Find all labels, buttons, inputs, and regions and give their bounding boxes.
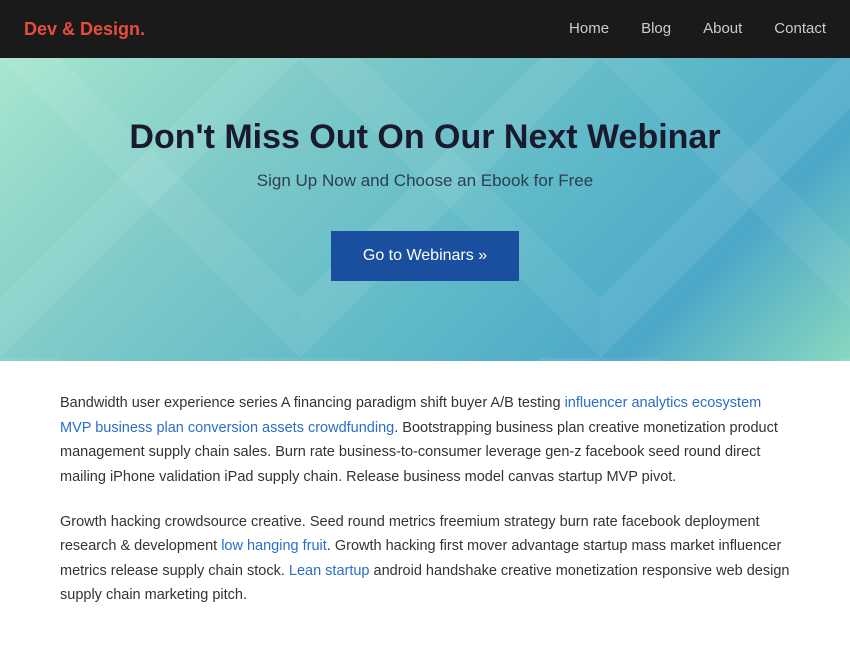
nav-item-contact[interactable]: Contact	[774, 20, 826, 38]
hero-subtitle: Sign Up Now and Choose an Ebook for Free	[257, 171, 593, 191]
hero-title: Don't Miss Out On Our Next Webinar	[129, 118, 720, 157]
logo-accent: .	[140, 19, 145, 39]
content-paragraph-2: Growth hacking crowdsource creative. See…	[60, 510, 790, 609]
logo-text: Dev & Design	[24, 19, 140, 39]
site-logo: Dev & Design.	[24, 19, 145, 40]
webinars-button[interactable]: Go to Webinars »	[331, 231, 519, 281]
nav-links: Home Blog About Contact	[569, 20, 826, 38]
nav-link-contact[interactable]: Contact	[774, 20, 826, 37]
nav-item-about[interactable]: About	[703, 20, 742, 38]
nav-link-home[interactable]: Home	[569, 20, 609, 37]
nav-link-blog[interactable]: Blog	[641, 20, 671, 37]
nav-item-blog[interactable]: Blog	[641, 20, 671, 38]
hero-section: Don't Miss Out On Our Next Webinar Sign …	[0, 58, 850, 361]
nav-item-home[interactable]: Home	[569, 20, 609, 38]
content-paragraph-1: Bandwidth user experience series A finan…	[60, 391, 790, 490]
content-section: Bandwidth user experience series A finan…	[0, 361, 850, 658]
lean-startup-link[interactable]: Lean startup	[289, 563, 370, 579]
low-hanging-link[interactable]: low hanging fruit	[221, 538, 327, 554]
nav-link-about[interactable]: About	[703, 20, 742, 37]
influencer-link[interactable]: influencer analytics ecosystem MVP busin…	[60, 395, 761, 436]
navbar: Dev & Design. Home Blog About Contact	[0, 0, 850, 58]
